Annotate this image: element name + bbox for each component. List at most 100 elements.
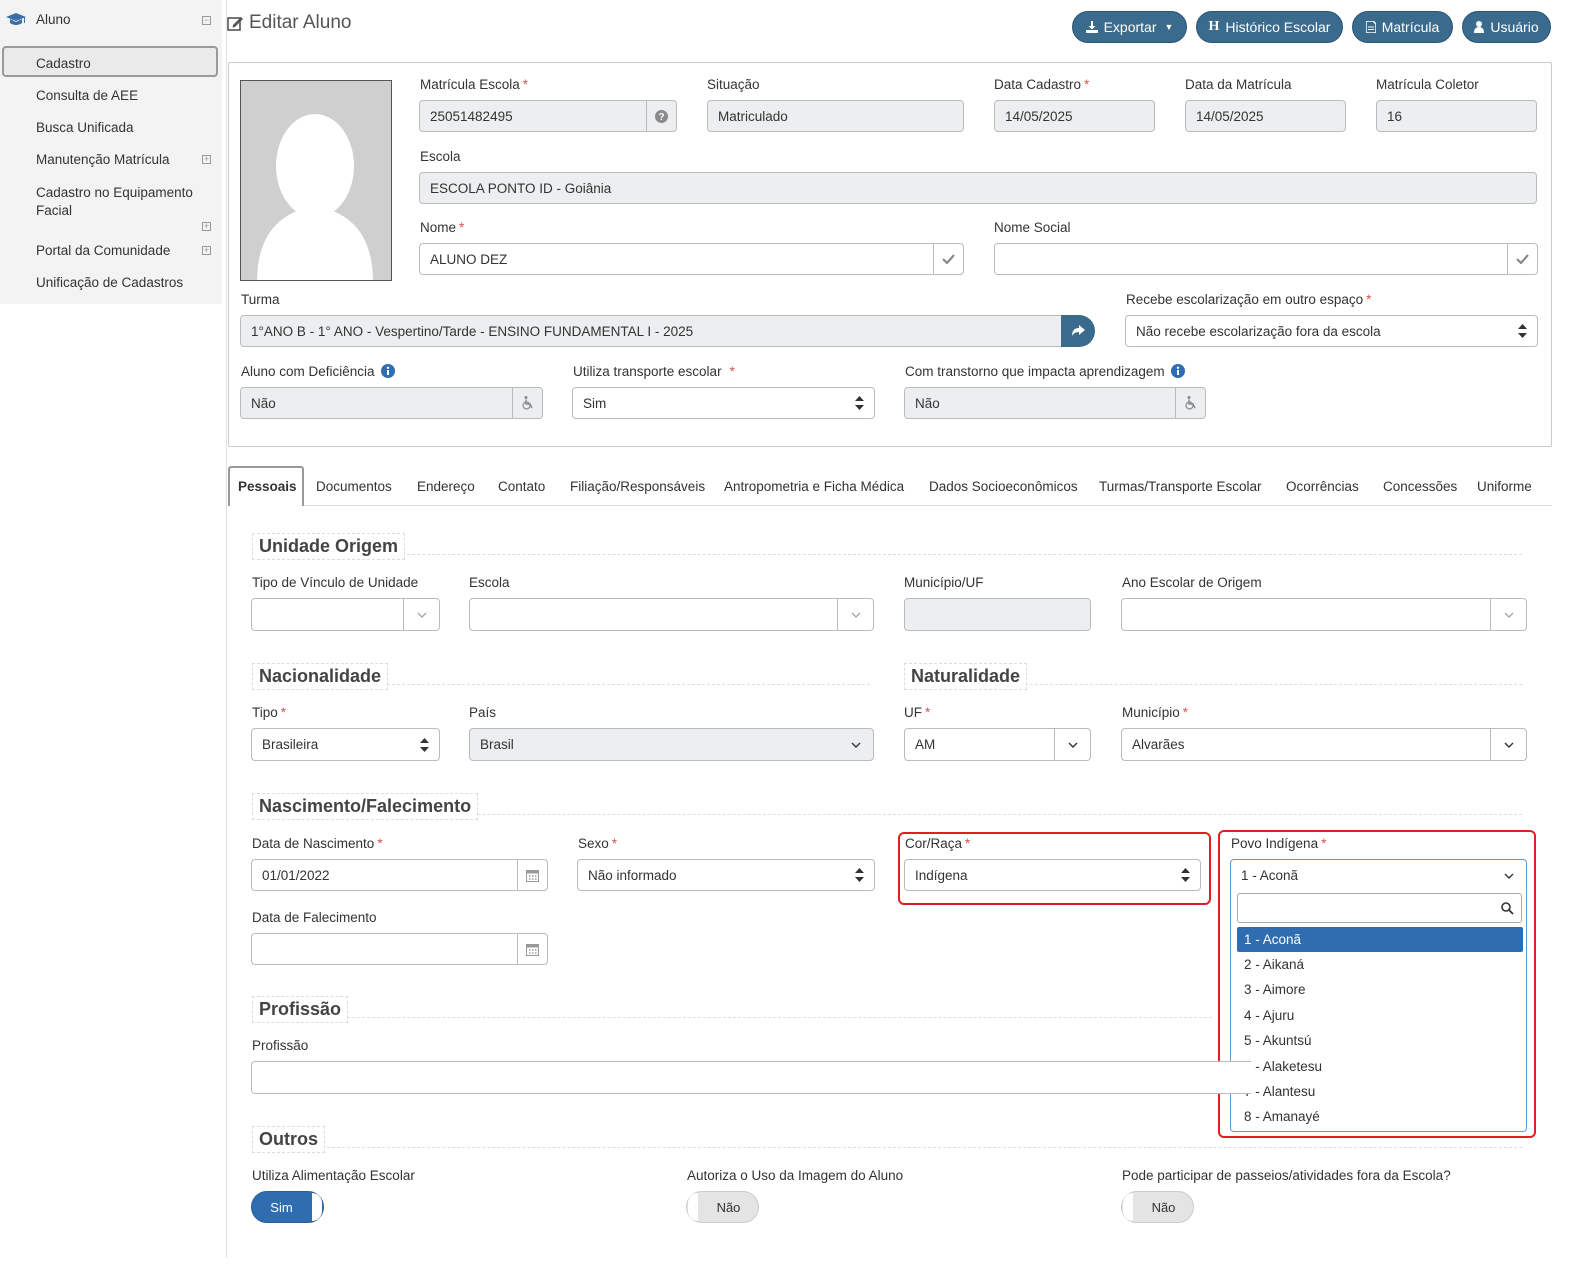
naturalidade-title: Naturalidade <box>904 663 1028 690</box>
sidebar-title: Aluno <box>36 12 71 27</box>
expand-icon[interactable]: + <box>202 222 211 231</box>
nome-social-field[interactable] <box>994 243 1538 275</box>
municipio-label: Município * <box>1122 705 1189 720</box>
sidebar-item-busca-unificada[interactable]: Busca Unificada <box>36 120 134 135</box>
tab-endereco[interactable]: Endereço <box>417 466 475 506</box>
transporte-select[interactable]: Sim <box>572 387 875 419</box>
chevron-down-icon <box>1054 729 1090 760</box>
imagem-toggle[interactable]: Não <box>686 1191 759 1223</box>
sidebar-item-manutencao-matricula[interactable]: Manutenção Matrícula <box>36 152 170 167</box>
dropdown-option[interactable]: 4 - Ajuru <box>1237 1003 1523 1028</box>
cor-raca-label: Cor/Raça * <box>905 836 971 851</box>
sidebar-item-cadastro[interactable] <box>2 46 218 77</box>
calendar-icon[interactable] <box>517 934 547 964</box>
info-icon[interactable] <box>1171 364 1186 378</box>
dropdown-option[interactable]: 3 - Aimore <box>1237 977 1523 1002</box>
sidebar-item-portal-comunidade[interactable]: Portal da Comunidade <box>36 243 170 258</box>
municipio-select[interactable]: Alvarães <box>1121 728 1527 761</box>
sidebar-item-consulta-aee[interactable]: Consulta de AEE <box>36 88 138 103</box>
historico-escolar-button[interactable]: H Histórico Escolar <box>1196 11 1343 43</box>
sort-icon <box>420 737 429 752</box>
nascimento-title: Nascimento/Falecimento <box>252 793 479 820</box>
export-button[interactable]: Exportar ▼ <box>1072 11 1187 43</box>
graduation-cap-icon <box>6 13 26 25</box>
dropdown-option[interactable]: 5 - Akuntsú <box>1237 1028 1523 1053</box>
profissao-label: Profissão <box>252 1038 309 1053</box>
sexo-select[interactable]: Não informado <box>577 859 875 891</box>
nome-value: ALUNO DEZ <box>430 251 508 267</box>
passeios-label: Pode participar de passeios/atividades f… <box>1122 1168 1451 1183</box>
passeios-toggle[interactable]: Não <box>1121 1191 1194 1223</box>
nome-field[interactable]: ALUNO DEZ <box>419 243 964 275</box>
uf-select[interactable]: AM <box>904 728 1091 761</box>
sort-icon <box>855 868 864 882</box>
tab-filiacao[interactable]: Filiação/Responsáveis <box>570 466 705 506</box>
escolarizacao-select[interactable]: Não recebe escolarização fora da escola <box>1125 315 1538 347</box>
municipio-uf-label: Município/UF <box>904 575 984 590</box>
expand-icon[interactable]: + <box>202 246 211 255</box>
sidebar-item-equipamento-facial[interactable]: Cadastro no Equipamento Facial <box>36 184 206 220</box>
download-icon <box>1085 21 1098 33</box>
matricula-coletor-value: 16 <box>1387 108 1403 124</box>
expand-icon[interactable]: + <box>202 155 211 164</box>
deficiencia-field: Não <box>240 387 543 419</box>
toggle-knob <box>1123 1193 1133 1221</box>
tab-ocorrencias[interactable]: Ocorrências <box>1286 466 1359 506</box>
ano-escolar-select[interactable] <box>1121 598 1527 631</box>
tab-socioeconomicos[interactable]: Dados Socioeconômicos <box>929 466 1078 506</box>
info-icon[interactable] <box>381 364 396 378</box>
check-icon <box>1507 244 1537 274</box>
nacionalidade-tipo-select[interactable]: Brasileira <box>251 728 440 761</box>
data-falecimento-field[interactable] <box>251 933 548 965</box>
dropdown-option[interactable]: 8 - Amanayé <box>1237 1104 1523 1129</box>
alimentacao-value: Sim <box>270 1199 293 1215</box>
cor-raca-select[interactable]: Indígena <box>904 859 1201 891</box>
tab-uniforme[interactable]: Uniforme <box>1477 466 1532 506</box>
alimentacao-toggle[interactable]: Sim <box>251 1191 324 1223</box>
tab-turmas-transporte[interactable]: Turmas/Transporte Escolar <box>1099 466 1262 506</box>
calendar-icon[interactable] <box>517 860 547 890</box>
dropdown-option[interactable]: 6 - Alaketesu <box>1237 1054 1523 1079</box>
transporte-label: Utiliza transporte escolar * <box>573 364 735 379</box>
dropdown-option-selected[interactable]: 1 - Aconã <box>1237 927 1523 952</box>
povo-indigena-select[interactable]: 1 - Aconã <box>1230 859 1527 891</box>
deficiencia-value: Não <box>251 395 276 411</box>
sidebar-header[interactable]: Aluno − <box>0 0 222 40</box>
matricula-escola-field[interactable]: 25051482495 ? <box>419 100 677 132</box>
tipo-vinculo-select[interactable] <box>251 598 440 631</box>
toggle-knob <box>688 1193 698 1221</box>
situacao-field: Matriculado <box>707 100 964 132</box>
transtorno-label: Com transtorno que impacta aprendizagem <box>905 364 1186 379</box>
matricula-button[interactable]: Matrícula <box>1352 11 1453 43</box>
usuario-label: Usuário <box>1490 19 1539 35</box>
sexo-label: Sexo * <box>578 836 618 851</box>
collapse-icon[interactable]: − <box>202 16 211 25</box>
povo-indigena-value: 1 - Aconã <box>1241 867 1299 883</box>
section-divider <box>252 1147 1522 1148</box>
tab-concessoes[interactable]: Concessões <box>1383 466 1457 506</box>
municipio-uf-field <box>904 598 1091 631</box>
data-matricula-field: 14/05/2025 <box>1185 100 1346 132</box>
sidebar-item-unificacao-cadastros[interactable]: Unificação de Cadastros <box>36 275 183 290</box>
outros-title: Outros <box>252 1126 326 1153</box>
dropdown-option[interactable]: 2 - Aikaná <box>1237 952 1523 977</box>
dropdown-search-input[interactable] <box>1237 893 1522 923</box>
tab-documentos[interactable]: Documentos <box>316 466 392 506</box>
tab-antropometria[interactable]: Antropometria e Ficha Médica <box>724 466 904 506</box>
sexo-value: Não informado <box>588 867 677 883</box>
povo-indigena-label: Povo Indígena * <box>1231 836 1327 851</box>
profissao-field[interactable] <box>251 1061 1251 1094</box>
sort-icon <box>1181 868 1190 882</box>
data-cadastro-label: Data Cadastro * <box>994 77 1090 92</box>
transtorno-value: Não <box>915 395 940 411</box>
help-icon[interactable]: ? <box>646 101 676 131</box>
tab-contato[interactable]: Contato <box>498 466 545 506</box>
data-nascimento-field[interactable]: 01/01/2022 <box>251 859 548 891</box>
chevron-down-icon <box>403 599 439 630</box>
usuario-button[interactable]: Usuário <box>1462 11 1551 43</box>
origem-escola-select[interactable] <box>469 598 874 631</box>
student-photo[interactable] <box>240 80 392 281</box>
wheelchair-icon <box>1175 388 1205 418</box>
dropdown-option[interactable]: 7 - Alantesu <box>1237 1079 1523 1104</box>
go-turma-button[interactable] <box>1061 315 1095 347</box>
